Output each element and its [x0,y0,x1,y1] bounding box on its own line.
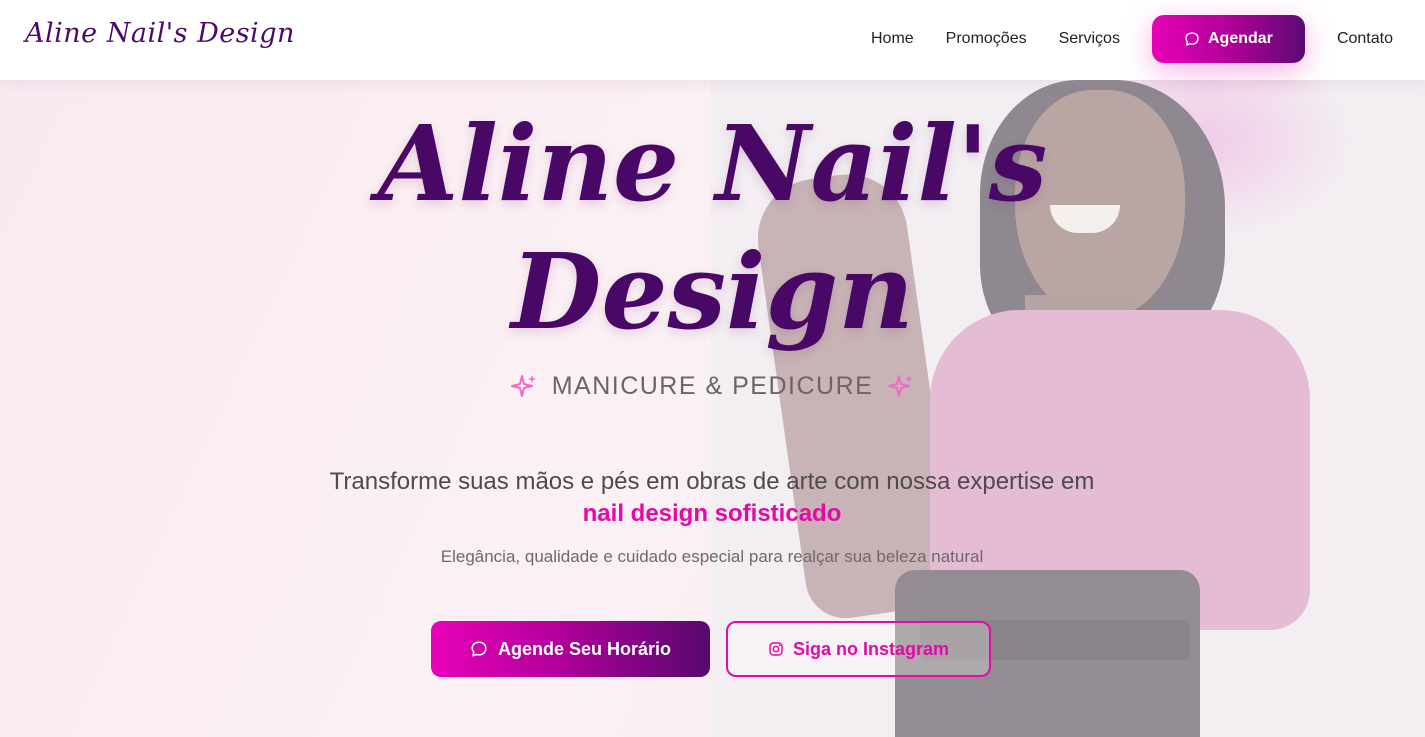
hero-section: Aline Nail's Design MANICURE & PEDICURE … [0,0,1425,737]
site-logo[interactable]: Aline Nail's Design [25,18,295,49]
subtitle-row: MANICURE & PEDICURE [300,372,1125,401]
sparkle-icon [510,373,538,401]
instagram-icon [768,641,784,657]
hero-title: Aline Nail's Design [300,100,1125,356]
nav-link-contato[interactable]: Contato [1337,30,1393,48]
instagram-follow-label: Siga no Instagram [792,638,950,659]
hero-subtitle: MANICURE & PEDICURE [551,372,874,400]
hero-description-highlight: nail design sofisticado [582,500,842,527]
hero-title-line1: Aline Nail's [377,102,1048,225]
hero-tagline: Elegância, qualidade e cuidado especial … [440,547,984,566]
chat-bubble-icon [470,640,488,658]
sparkle-icon [887,373,915,401]
nav-link-promocoes[interactable]: Promoções [946,30,1027,48]
top-navbar: Aline Nail's Design Home Promoções Servi… [0,0,1425,80]
nav-links: Home Promoções Serviços Agendar Contato [839,15,1393,63]
schedule-appointment-button[interactable]: Agende Seu Horário [431,621,710,677]
nav-schedule-button[interactable]: Agendar [1151,15,1305,63]
instagram-follow-button[interactable]: Siga no Instagram [726,621,991,677]
hero-description-text: Transforme suas mãos e pés em obras de a… [329,468,1095,495]
schedule-appointment-label: Agende Seu Horário [497,638,672,659]
chat-bubble-icon [1184,31,1200,47]
nav-schedule-label: Agendar [1208,30,1273,47]
nav-link-servicos[interactable]: Serviços [1059,30,1120,48]
hero-description: Transforme suas mãos e pés em obras de a… [312,466,1112,530]
nav-link-home[interactable]: Home [871,30,914,48]
hero-title-line2: Design [511,230,914,353]
